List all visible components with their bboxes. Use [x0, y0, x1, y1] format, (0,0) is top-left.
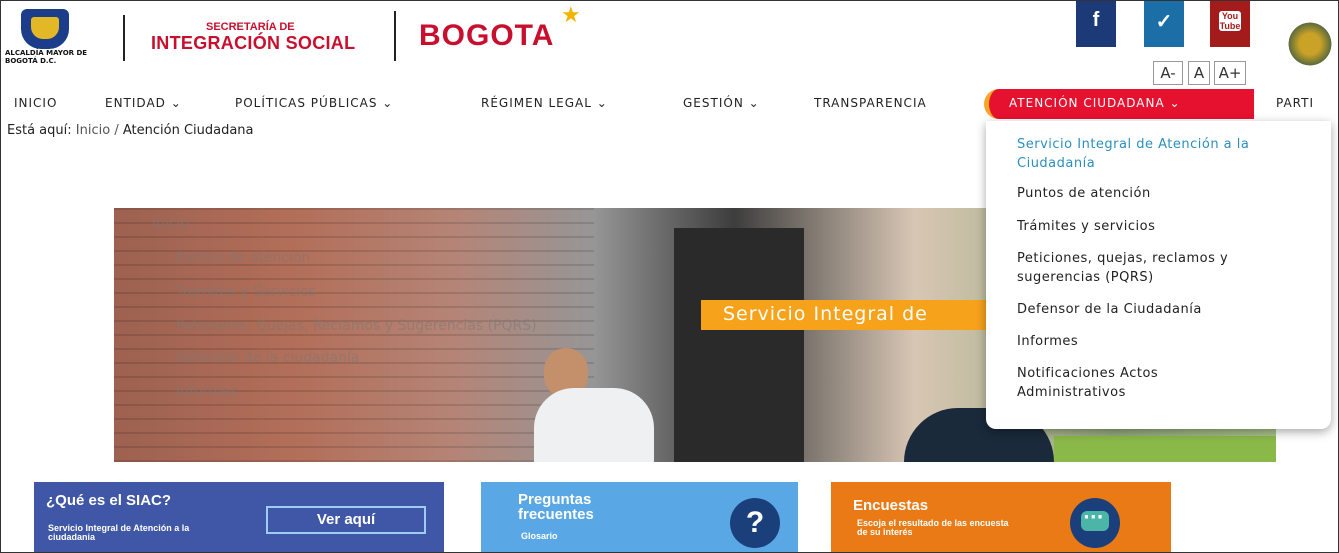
star-icon: ★ — [561, 3, 581, 28]
nav-item-atencion-label: ATENCIÓN CIUDADANA ⌄ — [1009, 96, 1181, 110]
hero-brick-wall — [114, 208, 594, 462]
bogota-logo[interactable]: BOGOTA — [419, 19, 554, 53]
breadcrumb-separator: / — [114, 123, 119, 138]
nav-item-gestion[interactable]: GESTIÓN ⌄ — [683, 96, 760, 110]
chat-icon — [1070, 498, 1120, 548]
breadcrumb-current: Atención Ciudadana — [122, 123, 254, 138]
hero-window — [674, 228, 804, 462]
dropdown-item-tramites[interactable]: Trámites y servicios — [1017, 217, 1307, 236]
font-decrease-button[interactable]: A- — [1153, 61, 1183, 85]
siac-card-title: ¿Qué es el SIAC? — [46, 492, 172, 509]
nav-item-inicio[interactable]: INICIO — [14, 96, 57, 110]
breadcrumb-home-link[interactable]: Inicio — [76, 123, 110, 138]
question-icon: ? — [730, 498, 780, 548]
twitter-icon[interactable]: ✓ — [1144, 1, 1184, 47]
youtube-icon[interactable]: You Tube — [1210, 1, 1250, 47]
survey-card-title: Encuestas — [853, 497, 929, 514]
survey-card-subtitle: Escoja el resultado de las encuesta de s… — [857, 518, 1009, 537]
dropdown-item-servicio-integral[interactable]: Servicio Integral de Atención a la Ciuda… — [1017, 135, 1307, 173]
ghost-menu-item: Defensor de la ciudadanía — [176, 350, 360, 366]
secretaria-main-text[interactable]: INTEGRACIÓN SOCIAL — [151, 33, 355, 54]
atencion-ciudadana-dropdown: Servicio Integral de Atención a la Ciuda… — [986, 121, 1331, 429]
hero-green-area — [1054, 436, 1276, 462]
ghost-menu-item: Inicio — [152, 216, 190, 232]
breadcrumb: Está aquí: Inicio / Atención Ciudadana — [7, 123, 254, 138]
font-increase-button[interactable]: A+ — [1214, 61, 1246, 85]
font-reset-button[interactable]: A — [1188, 61, 1210, 85]
header-divider — [123, 15, 125, 61]
nav-item-atencion-ciudadana[interactable]: ATENCIÓN CIUDADANA ⌄ — [984, 89, 1254, 119]
ghost-menu-item: Peticiones, Quejas, Reclamos y Sugerenci… — [176, 318, 537, 334]
ver-aqui-button[interactable]: Ver aquí — [266, 506, 426, 534]
colombia-coat-of-arms-logo — [1285, 19, 1335, 69]
header-divider-2 — [394, 11, 396, 61]
nav-item-participa[interactable]: PARTI — [1276, 96, 1314, 110]
nav-item-transparencia[interactable]: TRANSPARENCIA — [814, 96, 927, 110]
nav-item-regimen-legal[interactable]: RÉGIMEN LEGAL ⌄ — [481, 96, 608, 110]
page: ALCALDÍA MAYOR DE BOGOTÁ D.C. SECRETARÍA… — [0, 0, 1339, 553]
hero-person-body — [534, 388, 654, 462]
ghost-menu-item: Trámites y Servicios — [176, 284, 316, 300]
dropdown-item-notificaciones[interactable]: Notificaciones Actos Administrativos — [1017, 364, 1217, 402]
alcaldia-label: ALCALDÍA MAYOR DE BOGOTÁ D.C. — [5, 49, 88, 65]
breadcrumb-prefix: Está aquí: — [7, 123, 72, 138]
faq-card-title: Preguntas frecuentes — [518, 491, 594, 523]
dropdown-item-puntos-atencion[interactable]: Puntos de atención — [1017, 184, 1307, 203]
dropdown-item-defensor[interactable]: Defensor de la Ciudadanía — [1017, 300, 1307, 319]
nav-item-entidad[interactable]: ENTIDAD ⌄ — [105, 96, 182, 110]
nav-item-politicas-publicas[interactable]: POLÍTICAS PÚBLICAS ⌄ — [235, 96, 393, 110]
dropdown-item-informes[interactable]: Informes — [1017, 332, 1307, 351]
hero-banner-title: Servicio Integral de — [701, 300, 991, 330]
facebook-icon[interactable]: f — [1076, 1, 1116, 47]
secretaria-top-text: SECRETARÍA DE — [206, 21, 295, 33]
ghost-menu-item: Informes — [176, 384, 238, 400]
dropdown-item-pqrs[interactable]: Peticiones, quejas, reclamos y sugerenci… — [1017, 249, 1307, 287]
faq-card-subtitle[interactable]: Glosario — [521, 532, 558, 541]
ghost-menu-item: Puntos de atención — [176, 250, 311, 266]
youtube-label: You Tube — [1219, 11, 1241, 31]
bogota-coat-of-arms-logo[interactable] — [21, 9, 69, 49]
siac-card-subtitle: Servicio Integral de Atención a la ciuda… — [48, 523, 190, 542]
